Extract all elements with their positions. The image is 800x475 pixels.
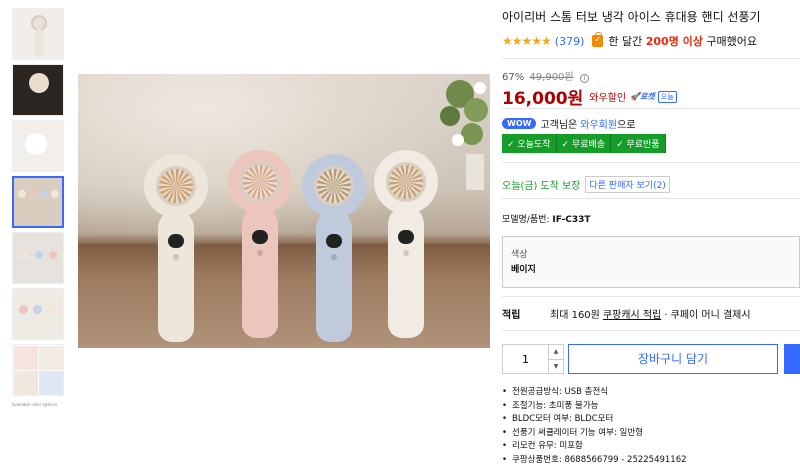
thumbnail-1[interactable]	[12, 8, 64, 60]
rating-stars: ★★★★★	[502, 34, 552, 48]
color-option-selector[interactable]: 색상 베이지	[502, 236, 800, 288]
today-badge: 오늘	[657, 90, 677, 103]
rocket-delivery-icon: 🚀로켓	[630, 92, 655, 101]
points-label: 적립	[502, 310, 521, 321]
other-sellers-button[interactable]: 다른 판매자 보기(2)	[585, 176, 670, 193]
price-row: 16,000원 와우할인 🚀로켓 오늘	[502, 84, 677, 109]
delivery-guarantee: 도착 보장	[540, 181, 581, 192]
model-number: 모델명/품번: IF-C33T	[502, 212, 591, 225]
thumbnail-4[interactable]	[12, 176, 64, 228]
thumbnail-7[interactable]	[12, 344, 64, 396]
spec-item: BLDC모터 여부: BLDC모터	[502, 413, 687, 427]
model-value: IF-C33T	[552, 215, 591, 225]
model-label: 모델명/품번:	[502, 215, 550, 225]
thumbnail-3[interactable]	[12, 120, 64, 172]
spec-item: 선풍기 써큘레이터 기능 여부: 일반형	[502, 427, 687, 441]
info-icon[interactable]: i	[579, 74, 589, 83]
color-value: 베이지	[511, 265, 536, 275]
delivery-badges: ✓ 오늘도착 ✓ 무료배송 ✓ 무료반품	[502, 134, 666, 153]
delivery-date: 오늘(금)	[502, 181, 538, 192]
add-to-cart-button[interactable]: 장바구니 담기	[568, 344, 778, 374]
coupang-cash-link[interactable]: 쿠팡캐시 적립	[603, 306, 661, 321]
badge-today-arrival: ✓ 오늘도착	[502, 134, 557, 153]
quantity-down-icon[interactable]: ▼	[549, 360, 563, 374]
wow-text-prefix: 고객님은	[540, 120, 578, 131]
wow-member-row: WOW 고객님은 와우회원 으로	[502, 116, 635, 131]
quantity-arrows: ▲ ▼	[548, 345, 563, 373]
divider	[502, 330, 800, 331]
wooden-table	[78, 243, 490, 348]
thumbnail-2[interactable]	[12, 64, 64, 116]
color-label: 색상	[511, 250, 528, 260]
discount-rate: 67%	[502, 72, 525, 83]
sale-price: 16,000원	[502, 89, 584, 109]
quantity-input[interactable]	[503, 345, 548, 373]
spec-list: 전원공급방식: USB 충전식 조절기능: 초미풍 불가능 BLDC모터 여부:…	[502, 386, 687, 467]
wow-member-link[interactable]: 와우회원	[580, 116, 617, 131]
thumbnail-5[interactable]	[12, 232, 64, 284]
discount-row: 67% 49,900원 i	[502, 68, 589, 83]
thumbnail-6[interactable]	[12, 288, 64, 340]
divider	[502, 198, 800, 199]
rating-row: ★★★★★ (379) 한 달간 200명 이상 구매했어요	[502, 32, 758, 49]
recent-buyers: 한 달간 200명 이상 구매했어요	[608, 35, 758, 48]
wow-discount-label: 와우할인	[589, 93, 627, 104]
points-row: 적립 최대 160원 쿠팡캐시 적립 · 쿠페이 머니 결제시	[502, 306, 751, 321]
buy-now-button[interactable]	[784, 344, 800, 374]
thumbnail-list: Available color options	[12, 8, 66, 407]
badge-free-return: ✓ 무료반품	[611, 134, 666, 153]
spec-item: 전원공급방식: USB 충전식	[502, 386, 687, 400]
divider	[502, 58, 800, 59]
delivery-row: 오늘(금) 도착 보장 다른 판매자 보기(2)	[502, 176, 670, 193]
review-count-link[interactable]: (379)	[555, 35, 585, 48]
points-prefix: 최대 160원	[550, 310, 600, 321]
quantity-stepper: ▲ ▼	[502, 344, 564, 374]
wow-badge: WOW	[502, 118, 537, 129]
shopping-bag-icon	[592, 32, 604, 47]
divider	[502, 162, 800, 163]
original-price: 49,900원	[529, 72, 574, 83]
points-suffix: · 쿠페이 머니 결제시	[664, 310, 751, 321]
product-title: 아이리버 스톰 터보 냉각 아이스 휴대용 핸디 선풍기	[502, 10, 761, 24]
thumbnail-caption: Available color options	[12, 402, 58, 407]
divider	[502, 296, 800, 297]
wow-text-suffix: 으로	[617, 120, 636, 131]
badge-free-shipping: ✓ 무료배송	[556, 134, 612, 153]
main-product-image	[78, 74, 490, 348]
spec-item: 쿠팡상품번호: 8688566799 - 25225491162	[502, 454, 687, 468]
spec-item: 리모컨 유무: 미포함	[502, 440, 687, 454]
divider	[502, 108, 800, 109]
spec-item: 조절기능: 초미풍 불가능	[502, 400, 687, 414]
quantity-up-icon[interactable]: ▲	[549, 345, 563, 360]
